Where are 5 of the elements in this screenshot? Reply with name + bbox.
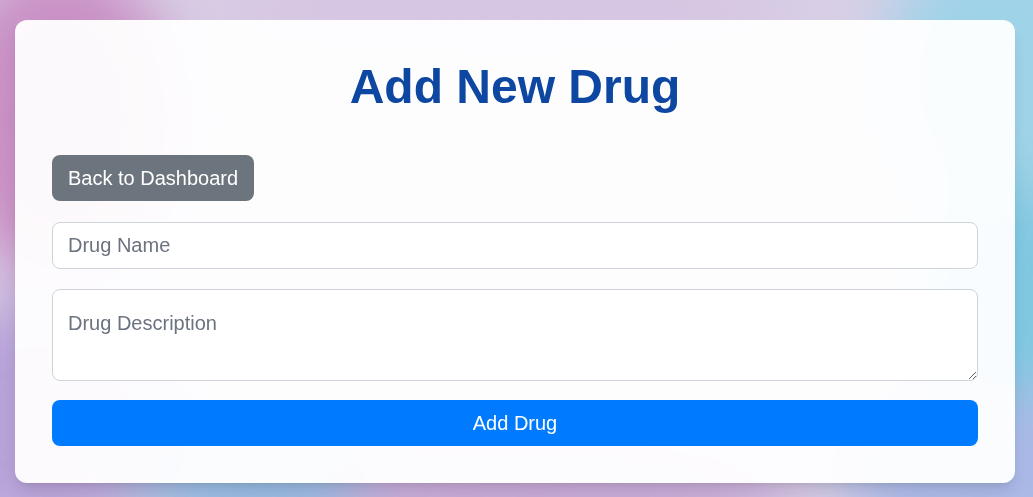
text-field[interactable]: Drug Name [52,222,978,269]
text-area[interactable]: Drug Description [52,289,978,381]
page-title: Add New Drug [349,59,681,115]
back-button[interactable]: Back to Dashboard [52,155,255,201]
submit-button[interactable]: Add Drug [52,400,978,446]
